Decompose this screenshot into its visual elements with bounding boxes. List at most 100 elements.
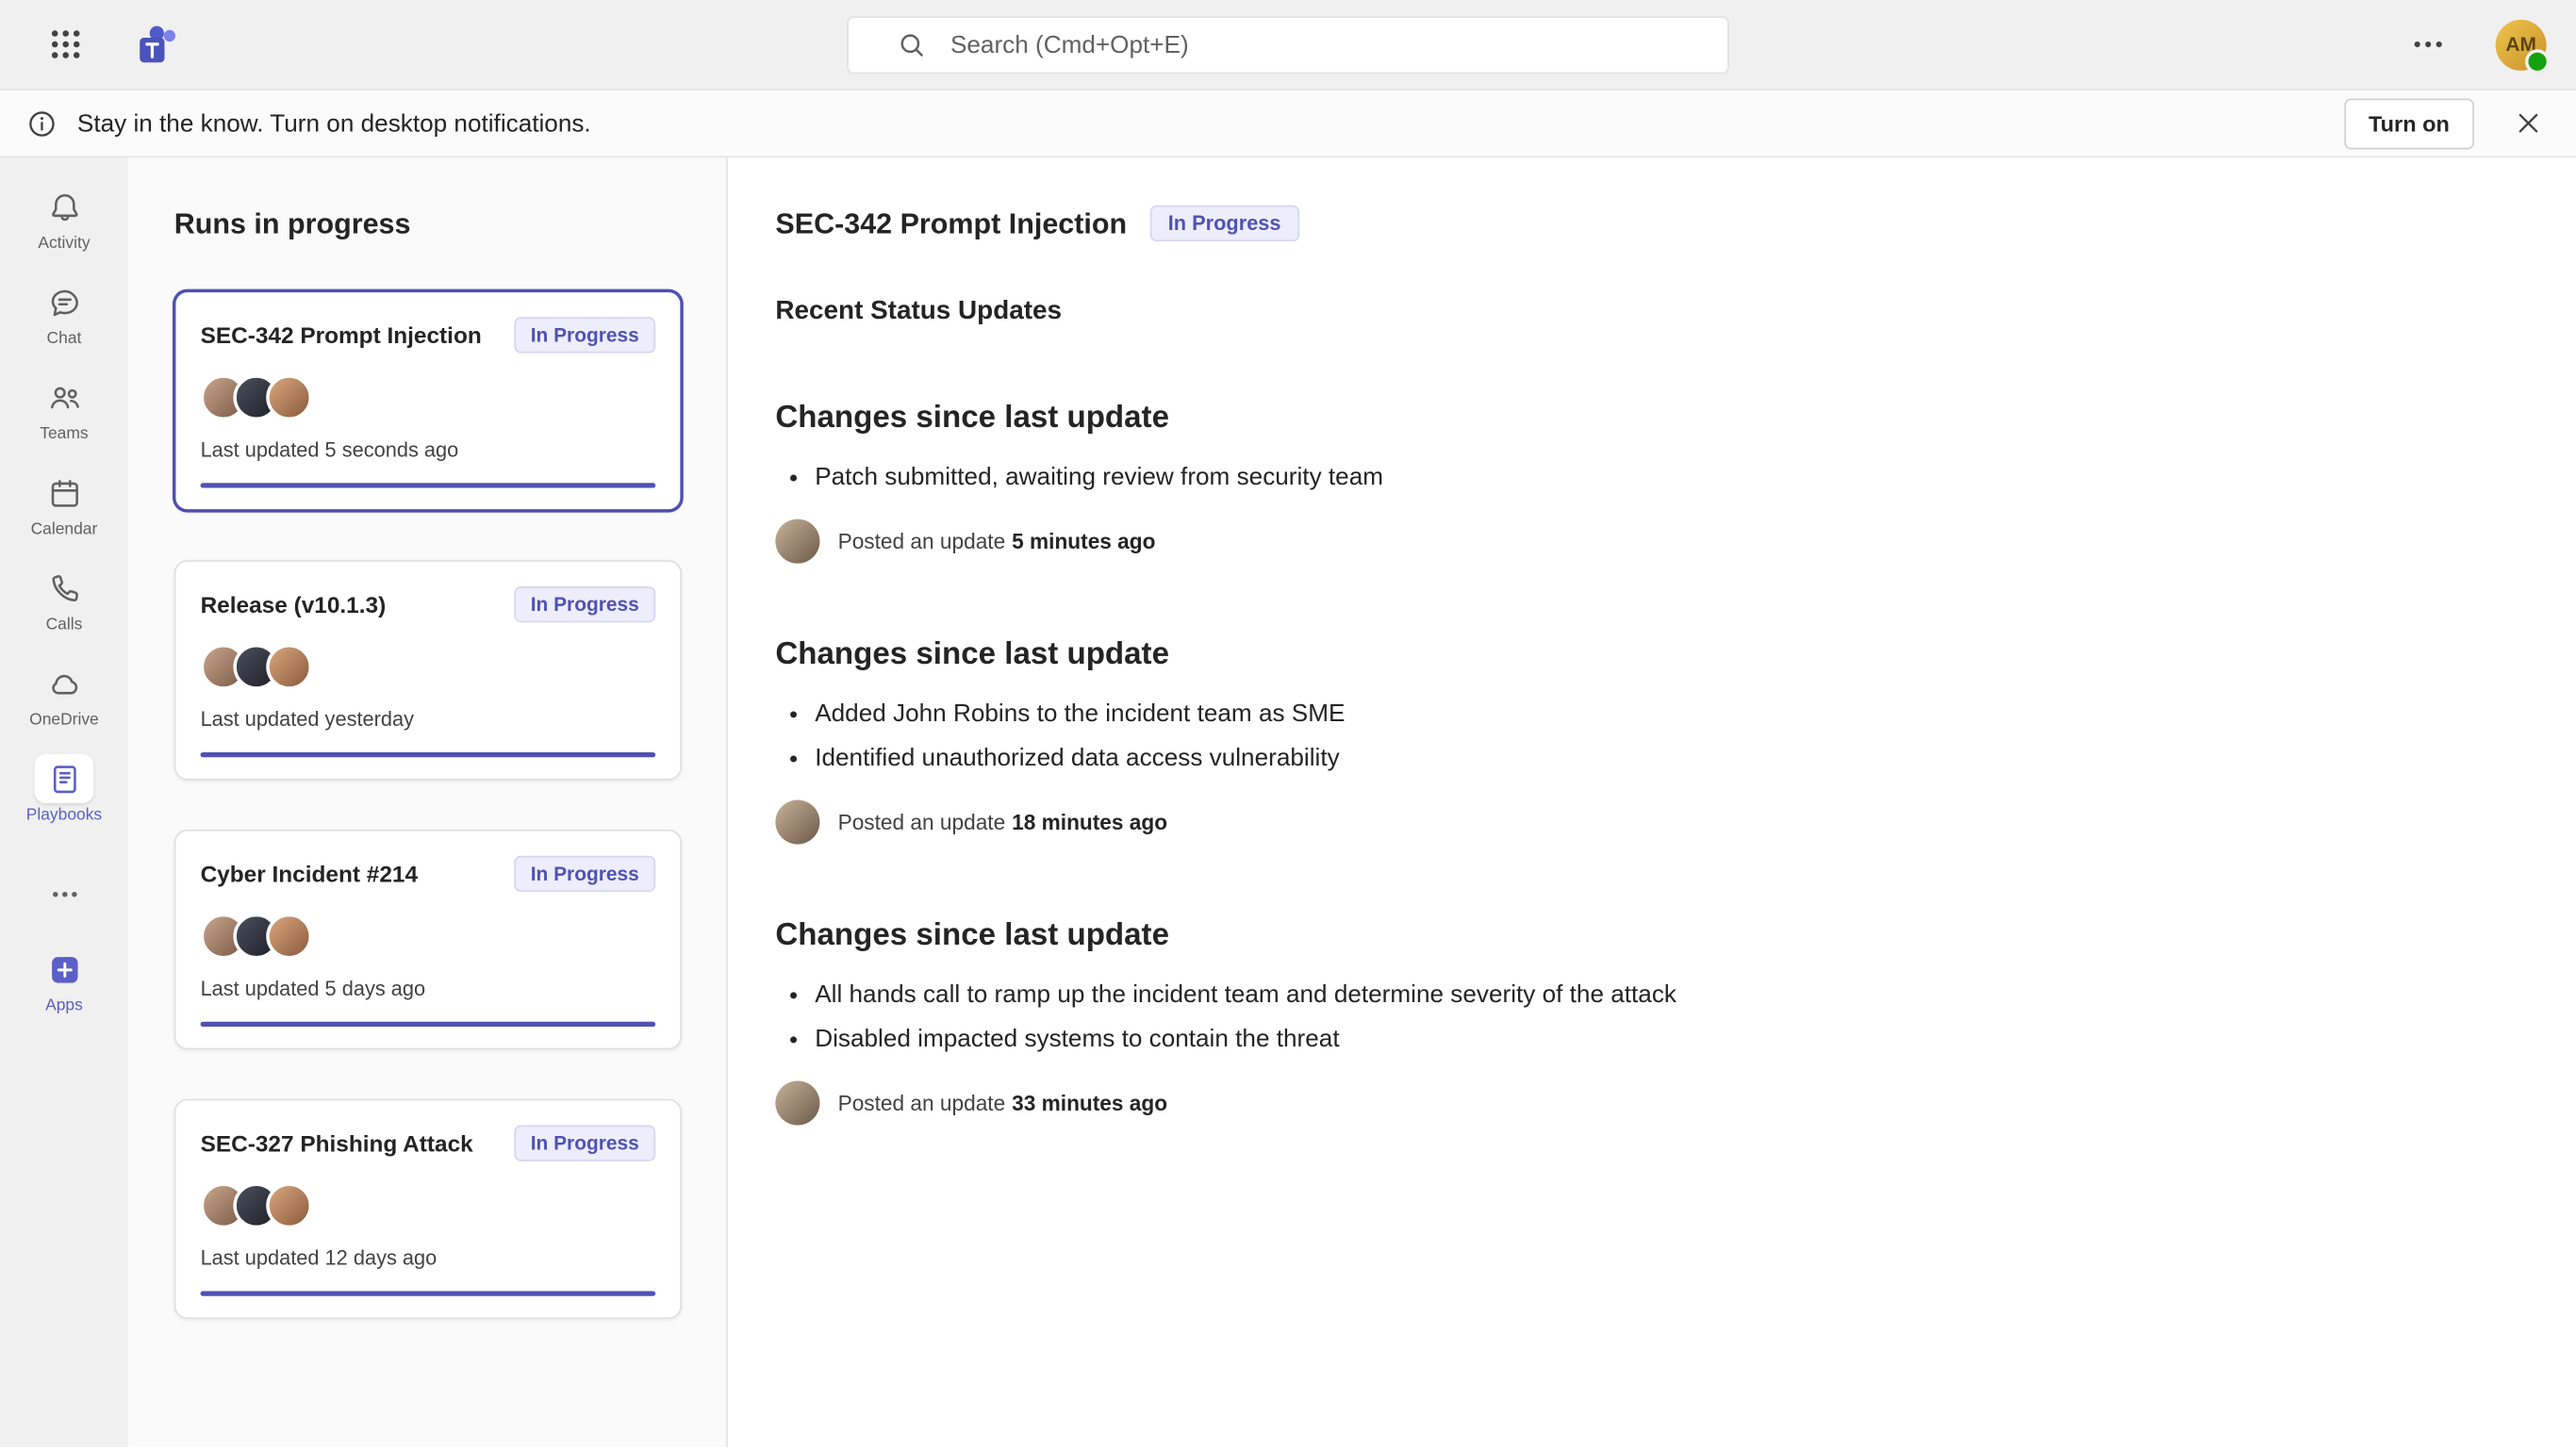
status-update: Changes since last update All hands call… xyxy=(775,918,2510,1126)
update-bullet-list: All hands call to ramp up the incident t… xyxy=(775,976,2510,1058)
sidebar-item-label: Playbooks xyxy=(26,806,102,826)
run-card-status-badge: In Progress xyxy=(514,1126,655,1161)
update-bullet: Patch submitted, awaiting review from se… xyxy=(815,458,2510,496)
update-author-avatar xyxy=(775,519,819,564)
update-author-avatar xyxy=(775,800,819,845)
member-avatar xyxy=(266,1182,312,1228)
close-icon[interactable] xyxy=(2514,108,2543,138)
run-card[interactable]: Release (v10.1.3) In Progress Last updat… xyxy=(174,560,682,780)
posted-prefix: Posted an update xyxy=(838,529,1006,553)
info-icon xyxy=(26,107,58,139)
bell-icon xyxy=(35,182,94,231)
run-card-avatars xyxy=(201,914,656,960)
update-posted-text: Posted an update33 minutes ago xyxy=(838,1091,1167,1115)
member-avatar xyxy=(266,374,312,420)
cloud-icon xyxy=(35,659,94,708)
update-bullet: All hands call to ramp up the incident t… xyxy=(815,976,2510,1013)
status-update: Changes since last update Patch submitte… xyxy=(775,401,2510,563)
update-bullet-list: Patch submitted, awaiting review from se… xyxy=(775,458,2510,496)
member-avatar xyxy=(266,914,312,960)
notification-banner: Stay in the know. Turn on desktop notifi… xyxy=(0,89,2576,157)
status-updates-list: Changes since last update Patch submitte… xyxy=(775,401,2510,1125)
run-card-header: Release (v10.1.3) In Progress xyxy=(201,586,656,622)
update-bullet: Added John Robins to the incident team a… xyxy=(815,695,2510,733)
user-avatar[interactable]: AM xyxy=(2496,19,2547,70)
status-update: Changes since last update Added John Rob… xyxy=(775,637,2510,845)
update-posted-row: Posted an update5 minutes ago xyxy=(775,519,2510,564)
run-card-progress-bar xyxy=(201,752,656,757)
run-status-badge: In Progress xyxy=(1150,206,1299,241)
sidebar-item-teams[interactable]: Teams xyxy=(0,361,128,456)
more-icon xyxy=(35,869,94,918)
teams-logo-icon xyxy=(137,23,181,67)
run-card-title: SEC-327 Phishing Attack xyxy=(201,1126,473,1157)
chat-icon xyxy=(35,277,94,326)
top-bar: AM xyxy=(0,0,2576,89)
sidebar-item-activity[interactable]: Activity xyxy=(0,171,128,266)
runs-panel-title: Runs in progress xyxy=(174,207,682,242)
waffle-menu-icon[interactable] xyxy=(48,26,84,62)
run-card-header: SEC-327 Phishing Attack In Progress xyxy=(201,1126,656,1161)
posted-time: 18 minutes ago xyxy=(1012,810,1167,834)
update-heading: Changes since last update xyxy=(775,637,2510,673)
search-input[interactable] xyxy=(847,16,1729,74)
run-card-title: Cyber Incident #214 xyxy=(201,856,418,887)
run-card[interactable]: SEC-327 Phishing Attack In Progress Last… xyxy=(174,1099,682,1319)
run-card-progress-bar xyxy=(201,483,656,487)
status-updates-heading: Recent Status Updates xyxy=(775,297,2510,326)
update-author-avatar xyxy=(775,1080,819,1125)
presence-available-icon xyxy=(2525,48,2550,73)
update-bullet-list: Added John Robins to the incident team a… xyxy=(775,695,2510,777)
sidebar-item-label: Teams xyxy=(40,425,88,445)
sidebar-item-calendar[interactable]: Calendar xyxy=(0,456,128,552)
update-posted-text: Posted an update5 minutes ago xyxy=(838,529,1156,553)
run-card-header: Cyber Incident #214 In Progress xyxy=(201,856,656,892)
posted-time: 33 minutes ago xyxy=(1012,1091,1167,1115)
more-options-icon[interactable] xyxy=(2410,26,2446,62)
posted-time: 5 minutes ago xyxy=(1012,529,1155,553)
run-card-title: SEC-342 Prompt Injection xyxy=(201,317,482,348)
run-card-last-updated: Last updated 5 seconds ago xyxy=(201,438,656,461)
run-card[interactable]: Cyber Incident #214 In Progress Last upd… xyxy=(174,830,682,1049)
run-card-header: SEC-342 Prompt Injection In Progress xyxy=(201,317,656,353)
run-card-last-updated: Last updated yesterday xyxy=(201,708,656,731)
teams-window: AM Stay in the know. Turn on desktop not… xyxy=(0,0,2576,1449)
posted-prefix: Posted an update xyxy=(838,1091,1006,1115)
run-card[interactable]: SEC-342 Prompt Injection In Progress Las… xyxy=(174,290,682,510)
turn-on-button[interactable]: Turn on xyxy=(2344,98,2474,149)
run-title: SEC-342 Prompt Injection xyxy=(775,206,1127,241)
update-posted-text: Posted an update18 minutes ago xyxy=(838,810,1167,834)
sidebar-item-label: Activity xyxy=(38,235,90,255)
runs-card-list: SEC-342 Prompt Injection In Progress Las… xyxy=(174,290,682,1319)
update-posted-row: Posted an update33 minutes ago xyxy=(775,1080,2510,1125)
sidebar-item-chat[interactable]: Chat xyxy=(0,266,128,361)
update-heading: Changes since last update xyxy=(775,918,2510,954)
run-card-progress-bar xyxy=(201,1022,656,1027)
apps-icon xyxy=(35,945,94,994)
app-body: Activity Chat Teams Calendar Calls OneDr… xyxy=(0,157,2576,1447)
sidebar-item-calls[interactable]: Calls xyxy=(0,552,128,647)
sidebar-item-more[interactable] xyxy=(0,858,128,933)
posted-prefix: Posted an update xyxy=(838,810,1006,834)
sidebar-item-label: Calendar xyxy=(31,520,98,540)
banner-message: Stay in the know. Turn on desktop notifi… xyxy=(77,109,591,138)
run-card-status-badge: In Progress xyxy=(514,317,655,353)
sidebar-item-apps[interactable]: Apps xyxy=(0,933,128,1029)
run-card-progress-bar xyxy=(201,1291,656,1295)
run-card-title: Release (v10.1.3) xyxy=(201,586,387,617)
sidebar-item-playbooks[interactable]: Playbooks xyxy=(0,743,128,838)
banner-actions: Turn on xyxy=(2344,98,2576,149)
run-card-avatars xyxy=(201,644,656,690)
run-card-avatars xyxy=(201,374,656,420)
run-card-status-badge: In Progress xyxy=(514,586,655,622)
sidebar-item-onedrive[interactable]: OneDrive xyxy=(0,647,128,742)
update-bullet: Disabled impacted systems to contain the… xyxy=(815,1020,2510,1058)
sidebar-item-label: Apps xyxy=(45,997,83,1017)
topbar-right: AM xyxy=(2410,19,2576,70)
member-avatar xyxy=(266,644,312,690)
update-heading: Changes since last update xyxy=(775,401,2510,436)
people-icon xyxy=(35,373,94,422)
playbook-icon xyxy=(35,754,94,803)
run-card-last-updated: Last updated 12 days ago xyxy=(201,1246,656,1269)
sidebar-item-label: OneDrive xyxy=(29,711,99,731)
